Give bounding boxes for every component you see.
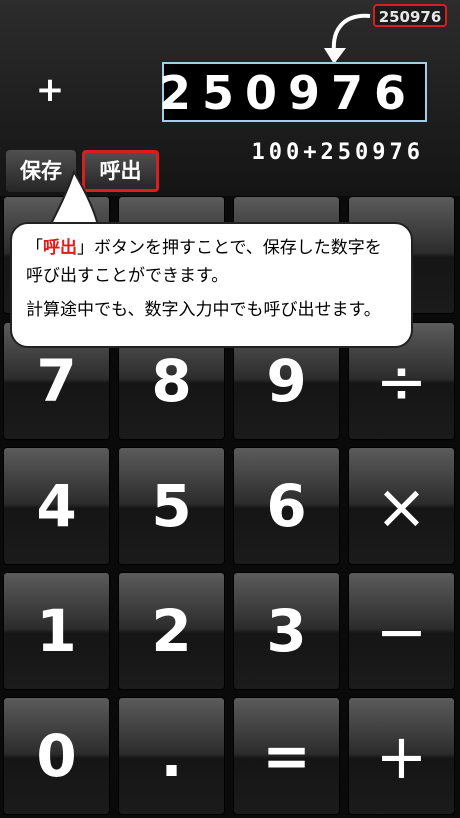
key-5[interactable]: 5	[118, 447, 225, 565]
key-label: 5	[151, 472, 192, 540]
key-equals[interactable]: =	[233, 697, 340, 815]
key-add[interactable]: +	[348, 697, 455, 815]
key-label: =	[262, 722, 311, 790]
key-4[interactable]: 4	[3, 447, 110, 565]
key-label: 2	[151, 597, 192, 665]
key-label: 6	[266, 472, 307, 540]
key-label: 1	[36, 597, 77, 665]
key-subtract[interactable]: −	[348, 572, 455, 690]
key-label: .	[160, 722, 183, 790]
callout-pointer	[48, 169, 100, 227]
key-multiply[interactable]: ×	[348, 447, 455, 565]
key-label: −	[375, 594, 428, 668]
key-1[interactable]: 1	[3, 572, 110, 690]
key-label: 4	[36, 472, 77, 540]
key-label: 0	[36, 722, 77, 790]
key-label: ×	[375, 469, 428, 543]
callout-line2: 呼び出すことができます。	[26, 266, 229, 286]
key-6[interactable]: 6	[233, 447, 340, 565]
callout-line1: 」ボタンを押すことで、保存した数字を	[77, 238, 382, 258]
callout-highlight: 呼出	[43, 238, 77, 258]
key-decimal[interactable]: .	[118, 697, 225, 815]
key-0[interactable]: 0	[3, 697, 110, 815]
callout-open-bracket: 「	[26, 238, 43, 258]
key-label: 3	[266, 597, 307, 665]
key-2[interactable]: 2	[118, 572, 225, 690]
tutorial-callout: 「呼出」ボタンを押すことで、保存した数字を 呼び出すことができます。 計算途中で…	[10, 222, 413, 348]
callout-line3: 計算途中でも、数字入力中でも呼び出せます。	[26, 300, 381, 320]
key-3[interactable]: 3	[233, 572, 340, 690]
key-label: +	[375, 719, 428, 793]
